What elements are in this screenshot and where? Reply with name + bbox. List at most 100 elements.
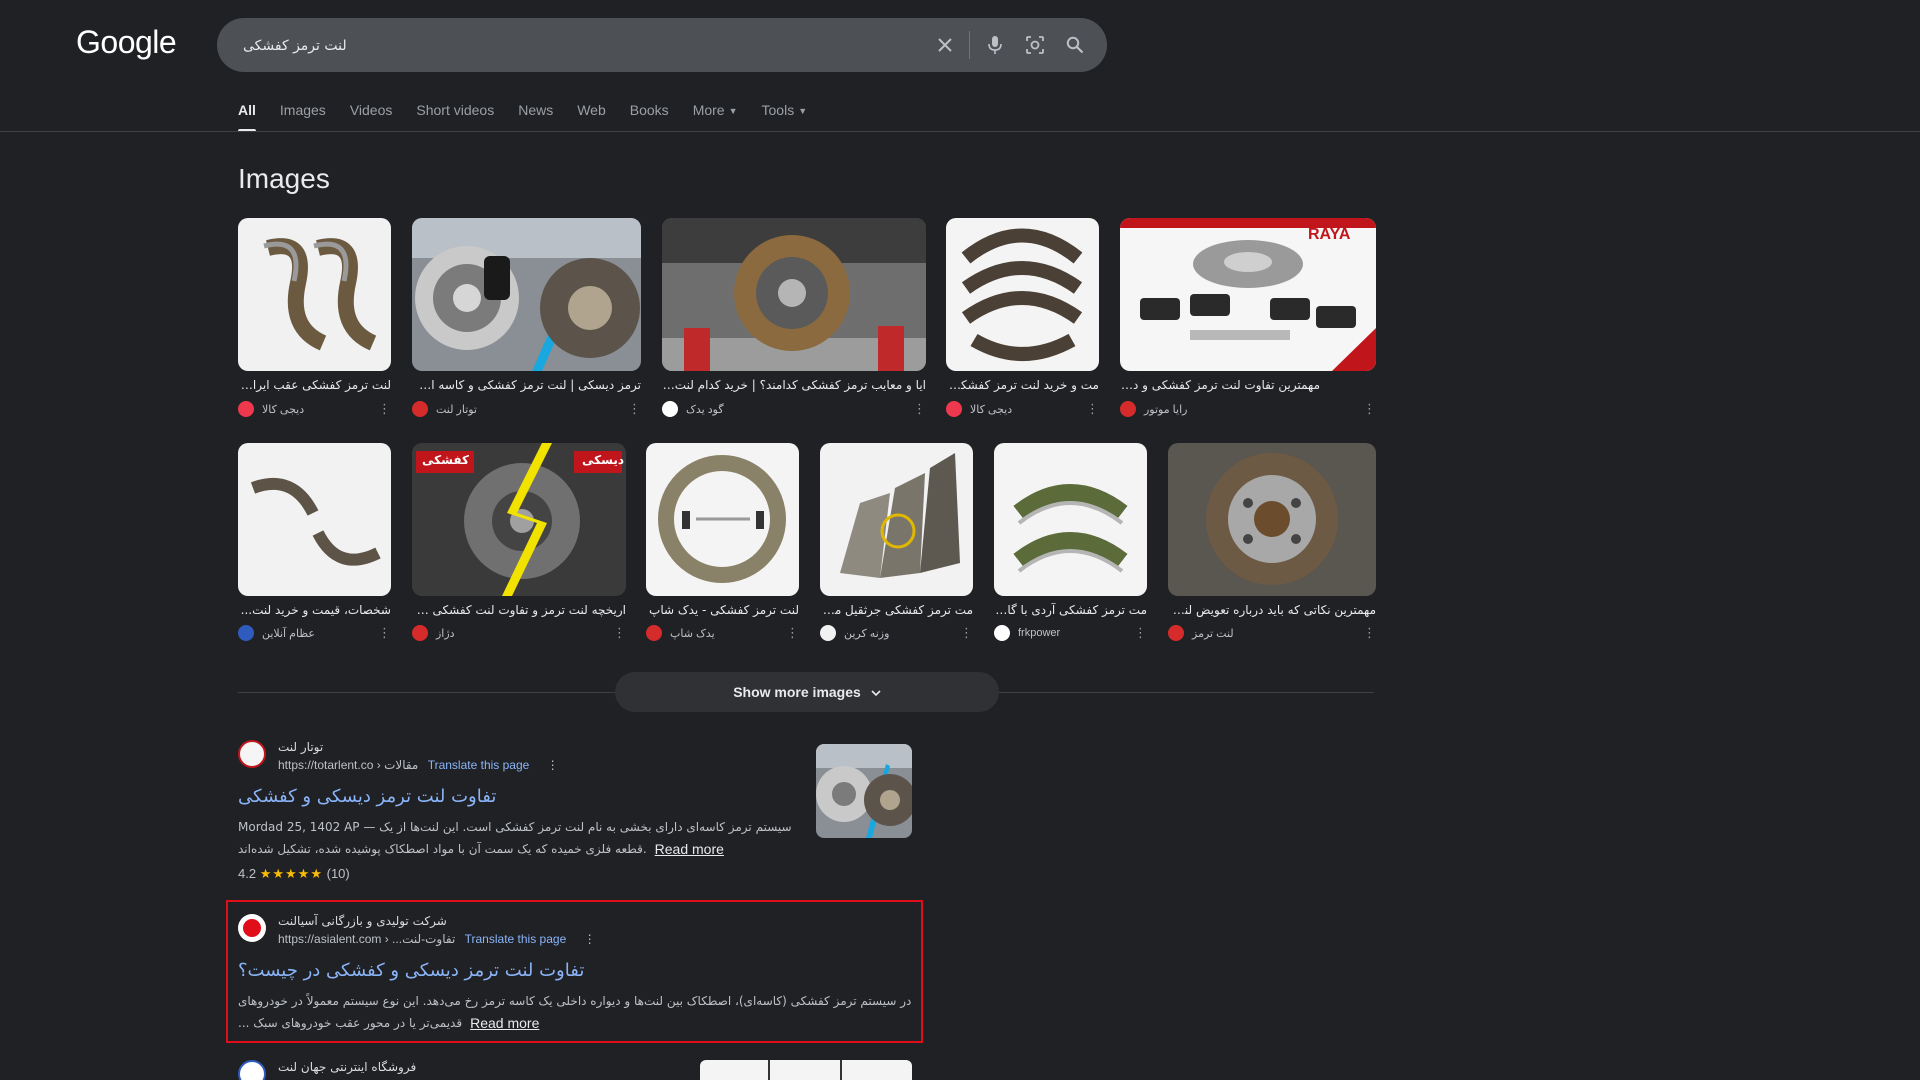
image-thumbnail[interactable] <box>238 218 391 371</box>
source-name: لنت ترمز <box>1192 627 1234 640</box>
overlay-label: کفشکی <box>422 453 469 467</box>
search-divider <box>969 31 970 59</box>
image-source: گود یدک ⋮ <box>662 400 926 418</box>
image-caption: اریخچه لنت ترمز و تفاوت لنت کفشکی و د... <box>412 603 626 617</box>
brand-logo: RAYA <box>1308 226 1351 243</box>
tab-images[interactable]: Images <box>280 98 326 132</box>
result-site[interactable]: فروشگاه اینترنتی جهان لنت <box>238 1060 416 1080</box>
source-favicon-icon <box>412 401 428 417</box>
tab-books[interactable]: Books <box>630 98 669 132</box>
more-options-icon[interactable]: ⋮ <box>1363 401 1376 417</box>
image-caption: مهمترین تفاوت لنت ترمز کفشکی و دیسکی <box>1120 378 1320 392</box>
tab-label: News <box>518 102 554 118</box>
tab-label: More <box>692 102 725 118</box>
source-favicon-icon <box>1168 625 1184 641</box>
image-thumbnail[interactable] <box>946 218 1099 371</box>
more-options-icon[interactable]: ⋮ <box>613 625 626 641</box>
source-favicon-icon <box>238 625 254 641</box>
result-title-link[interactable]: تفاوت لنت ترمز دیسکی و کفشکی <box>238 786 496 807</box>
more-options-icon[interactable]: ⋮ <box>786 625 799 641</box>
tab-videos[interactable]: Videos <box>350 98 393 132</box>
tab-label: Tools <box>761 102 795 118</box>
more-options-icon[interactable]: ⋮ <box>1134 625 1147 641</box>
image-thumbnail[interactable] <box>646 443 799 596</box>
image-source: توتار لنت ⋮ <box>412 400 641 418</box>
result-snippet: Mordad 25, 1402 AP — سیستم ترمز کاسه‌ای … <box>238 816 792 860</box>
search-bar <box>217 18 1107 74</box>
mic-icon[interactable] <box>983 33 1007 57</box>
result-site[interactable]: توتار لنت https://totarlent.co › مقالات … <box>238 740 559 772</box>
tab-label: Videos <box>349 102 393 118</box>
more-options-icon[interactable]: ⋮ <box>584 932 596 946</box>
more-options-icon[interactable]: ⋮ <box>547 758 559 772</box>
more-options-icon[interactable]: ⋮ <box>960 625 973 641</box>
image-thumbnail[interactable] <box>662 218 926 371</box>
image-source: یدک شاپ ⋮ <box>646 624 799 642</box>
image-caption: مهمترین نکاتی که باید درباره تعویض لنت..… <box>1168 603 1376 617</box>
result-title-link[interactable]: تفاوت لنت ترمز دیسکی و کفشکی در چیست؟ <box>238 960 584 981</box>
image-thumbnail[interactable] <box>1168 443 1376 596</box>
tab-news[interactable]: News <box>518 98 553 132</box>
image-caption: لنت ترمز کفشکی - یدک شاپ <box>649 603 799 617</box>
image-caption: مت ترمز کفشکی آردی با گارا... <box>994 603 1147 617</box>
image-thumbnail[interactable] <box>238 443 391 596</box>
close-icon[interactable] <box>933 33 957 57</box>
source-favicon-icon <box>238 401 254 417</box>
translate-link[interactable]: Translate this page <box>428 758 530 772</box>
result-snippet: در سیستم ترمز کفشکی (کاسه‌ای)، اصطکاک بی… <box>238 990 911 1034</box>
image-source: عظام آنلاین ⋮ <box>238 624 391 642</box>
snippet-line: قطعه فلزی خمیده که یک سمت آن با مواد اصط… <box>238 842 647 856</box>
tab-label: Short videos <box>416 102 495 118</box>
image-thumbnail[interactable] <box>820 443 973 596</box>
source-favicon-icon <box>646 625 662 641</box>
overlay-label: دیسکی <box>582 453 624 467</box>
lens-icon[interactable] <box>1023 33 1047 57</box>
read-more-link[interactable]: Read more <box>655 838 724 860</box>
source-favicon-icon <box>662 401 678 417</box>
more-options-icon[interactable]: ⋮ <box>378 625 391 641</box>
tab-label: Books <box>629 102 669 118</box>
more-options-icon[interactable]: ⋮ <box>1363 625 1376 641</box>
tab-web[interactable]: Web <box>577 98 606 132</box>
search-icon[interactable] <box>1063 33 1087 57</box>
read-more-link[interactable]: Read more <box>470 1012 539 1034</box>
image-source: وزنه کرین ⋮ <box>820 624 973 642</box>
translate-link[interactable]: Translate this page <box>465 932 567 946</box>
source-name: دیجی کالا <box>262 403 305 416</box>
tab-short-videos[interactable]: Short videos <box>416 98 494 132</box>
image-source: لنت ترمز ⋮ <box>1168 624 1376 642</box>
result-url: https://asialent.com › ...تفاوت-لنت Tran… <box>278 932 596 946</box>
source-name: گود یدک <box>686 403 724 416</box>
tab-label: Web <box>577 102 606 118</box>
image-thumbnail[interactable] <box>994 443 1147 596</box>
search-result: شرکت تولیدی و بازرگانی آسیالنت https://a… <box>238 914 938 1034</box>
image-caption: شخصات، قیمت و خرید لنت... <box>240 603 391 617</box>
result-site[interactable]: شرکت تولیدی و بازرگانی آسیالنت https://a… <box>238 914 596 946</box>
google-logo[interactable]: Google <box>76 24 177 61</box>
images-section-title: Images <box>238 163 330 194</box>
tab-label: All <box>238 102 256 118</box>
image-source: دیجی کالا ⋮ <box>238 400 391 418</box>
more-options-icon[interactable]: ⋮ <box>913 401 926 417</box>
site-favicon-icon <box>238 1060 266 1080</box>
caret-down-icon: ▼ <box>728 106 738 116</box>
result-thumbnail[interactable] <box>816 744 912 838</box>
snippet-line: Mordad 25, 1402 AP — سیستم ترمز کاسه‌ای … <box>238 820 792 834</box>
search-input[interactable] <box>241 18 915 74</box>
more-options-icon[interactable]: ⋮ <box>1086 401 1099 417</box>
tab-label: Images <box>279 102 326 118</box>
site-favicon-icon <box>238 740 266 768</box>
snippet-line: ... قدیمی‌تر یا در محور عقب خودروهای سبک <box>238 1016 463 1030</box>
result-thumbnail[interactable] <box>700 1060 912 1080</box>
tab-more[interactable]: More ▼ <box>693 98 738 132</box>
search-tabs: All Images Videos Short videos News Web … <box>238 98 831 132</box>
more-options-icon[interactable]: ⋮ <box>378 401 391 417</box>
image-thumbnail[interactable] <box>412 218 641 371</box>
star-rating-icon: ★★★★★ <box>259 866 323 881</box>
show-more-images-button[interactable]: Show more images <box>615 672 999 712</box>
tab-tools[interactable]: Tools ▼ <box>762 98 808 132</box>
source-name: یدک شاپ <box>670 627 715 640</box>
tab-all[interactable]: All <box>238 98 256 132</box>
site-name: توتار لنت <box>278 740 324 754</box>
more-options-icon[interactable]: ⋮ <box>628 401 641 417</box>
